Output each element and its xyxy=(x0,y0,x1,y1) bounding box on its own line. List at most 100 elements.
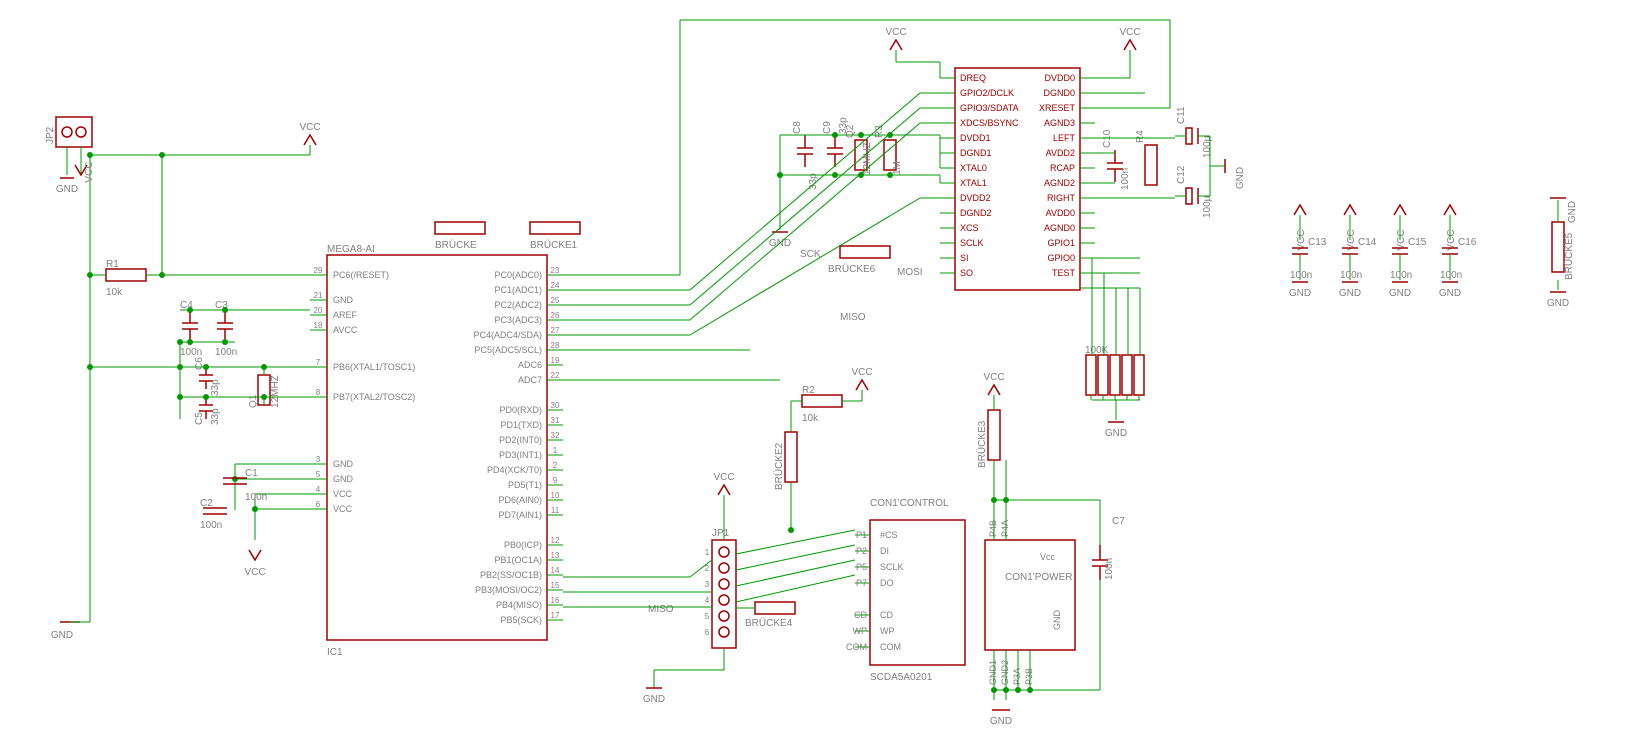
svg-text:DGND1: DGND1 xyxy=(960,148,992,158)
svg-text:C11: C11 xyxy=(1176,106,1187,124)
svg-text:DVDD1: DVDD1 xyxy=(960,133,991,143)
r2 xyxy=(802,395,842,407)
sd-power xyxy=(985,540,1075,650)
svg-text:GPIO0: GPIO0 xyxy=(1047,253,1075,263)
svg-text:18: 18 xyxy=(314,321,323,330)
svg-text:DREQ: DREQ xyxy=(960,73,986,83)
c1: C1 100n xyxy=(223,468,267,503)
svg-text:28: 28 xyxy=(551,341,560,350)
svg-text:P7: P7 xyxy=(856,578,867,588)
svg-text:PC3(ADC3): PC3(ADC3) xyxy=(494,315,542,325)
svg-text:MISO: MISO xyxy=(840,312,866,323)
svg-text:PC6(/RESET): PC6(/RESET) xyxy=(333,270,389,280)
svg-text:10: 10 xyxy=(551,491,560,500)
svg-text:100n: 100n xyxy=(200,520,222,531)
svg-text:XRESET: XRESET xyxy=(1039,103,1076,113)
svg-text:GND: GND xyxy=(56,184,78,195)
svg-text:P2: P2 xyxy=(856,546,867,556)
svg-text:SCLK: SCLK xyxy=(960,238,984,248)
svg-text:7: 7 xyxy=(316,358,321,367)
svg-text:3: 3 xyxy=(316,455,321,464)
svg-text:AGND0: AGND0 xyxy=(1044,223,1075,233)
svg-text:15: 15 xyxy=(551,581,560,590)
svg-text:100n: 100n xyxy=(1104,558,1115,580)
svg-text:Q1: Q1 xyxy=(248,394,259,408)
svg-text:DO: DO xyxy=(880,578,894,588)
svg-text:VCC: VCC xyxy=(84,161,95,182)
svg-text:31: 31 xyxy=(551,416,560,425)
svg-text:R2: R2 xyxy=(802,385,815,396)
c6: C6 33p xyxy=(194,357,221,396)
svg-text:24: 24 xyxy=(551,281,560,290)
svg-text:GND: GND xyxy=(1289,288,1311,299)
bruecke1 xyxy=(530,222,580,234)
svg-text:100µ: 100µ xyxy=(1202,195,1213,218)
svg-text:XTAL0: XTAL0 xyxy=(960,163,987,173)
svg-text:BRÜCKE1: BRÜCKE1 xyxy=(530,239,578,251)
svg-text:19: 19 xyxy=(551,356,560,365)
svg-text:P5: P5 xyxy=(856,562,867,572)
svg-text:100n: 100n xyxy=(215,347,237,358)
svg-text:CON1'POWER: CON1'POWER xyxy=(1005,572,1072,583)
svg-text:C1: C1 xyxy=(245,468,258,479)
svg-text:C15: C15 xyxy=(1408,237,1427,248)
svg-text:1: 1 xyxy=(705,548,710,557)
svg-text:GND1: GND1 xyxy=(988,660,998,685)
svg-text:GND: GND xyxy=(1547,298,1569,309)
svg-text:DVDD2: DVDD2 xyxy=(960,193,991,203)
svg-text:PB6(XTAL1/TOSC1): PB6(XTAL1/TOSC1) xyxy=(333,362,415,372)
svg-text:4: 4 xyxy=(705,596,710,605)
svg-text:VCC: VCC xyxy=(885,27,906,38)
bruecke5 xyxy=(1552,222,1564,272)
c11: C11 100µ xyxy=(1175,106,1213,158)
svg-text:WP: WP xyxy=(853,626,868,636)
svg-text:13: 13 xyxy=(551,551,560,560)
svg-text:JP2: JP2 xyxy=(45,126,56,144)
resistor-network xyxy=(1086,355,1144,400)
svg-text:27: 27 xyxy=(551,326,560,335)
svg-text:10k: 10k xyxy=(106,287,123,298)
svg-text:100µ: 100µ xyxy=(1202,135,1213,158)
svg-text:GND: GND xyxy=(51,630,73,641)
svg-text:25: 25 xyxy=(551,296,560,305)
svg-text:PB5(SCK): PB5(SCK) xyxy=(500,615,542,625)
svg-text:DGND2: DGND2 xyxy=(960,208,992,218)
svg-text:29: 29 xyxy=(314,266,323,275)
svg-text:SI: SI xyxy=(960,253,969,263)
svg-text:14: 14 xyxy=(551,566,560,575)
svg-text:ADC6: ADC6 xyxy=(518,360,542,370)
ic1-ref: IC1 xyxy=(327,647,343,658)
svg-text:GND: GND xyxy=(990,716,1012,727)
svg-text:BRÜCKE6: BRÜCKE6 xyxy=(828,263,876,275)
svg-text:PB3(MOSI/OC2): PB3(MOSI/OC2) xyxy=(475,585,542,595)
svg-text:BRÜCKE4: BRÜCKE4 xyxy=(745,617,793,629)
svg-text:1M: 1M xyxy=(892,161,903,175)
svg-text:12: 12 xyxy=(551,536,560,545)
svg-text:P1: P1 xyxy=(856,530,867,540)
ic1-part: MEGA8-AI xyxy=(327,244,375,255)
svg-text:2: 2 xyxy=(553,461,558,470)
svg-text:SO: SO xyxy=(960,268,973,278)
svg-text:C5: C5 xyxy=(194,412,205,425)
svg-text:SCLK: SCLK xyxy=(880,562,904,572)
svg-text:GND: GND xyxy=(1235,167,1246,189)
svg-text:C13: C13 xyxy=(1308,237,1327,248)
svg-text:GND: GND xyxy=(643,694,665,705)
svg-text:#CS: #CS xyxy=(880,530,898,540)
svg-text:100n: 100n xyxy=(245,492,267,503)
svg-text:PC5(ADC5/SCL): PC5(ADC5/SCL) xyxy=(474,345,542,355)
svg-text:C16: C16 xyxy=(1458,237,1477,248)
svg-text:GND: GND xyxy=(1052,610,1062,631)
svg-text:C7: C7 xyxy=(1112,516,1125,527)
svg-text:C8: C8 xyxy=(792,121,803,134)
svg-text:100K: 100K xyxy=(1085,345,1109,356)
svg-text:8: 8 xyxy=(316,388,321,397)
svg-text:XCS: XCS xyxy=(960,223,979,233)
svg-text:PB4(MISO): PB4(MISO) xyxy=(496,600,542,610)
svg-text:AREF: AREF xyxy=(333,310,358,320)
svg-text:PB0(ICP): PB0(ICP) xyxy=(504,540,542,550)
svg-text:XTAL1: XTAL1 xyxy=(960,178,987,188)
svg-text:GND: GND xyxy=(1389,288,1411,299)
svg-text:100n: 100n xyxy=(1390,270,1412,281)
svg-text:PD1(TXD): PD1(TXD) xyxy=(500,420,542,430)
